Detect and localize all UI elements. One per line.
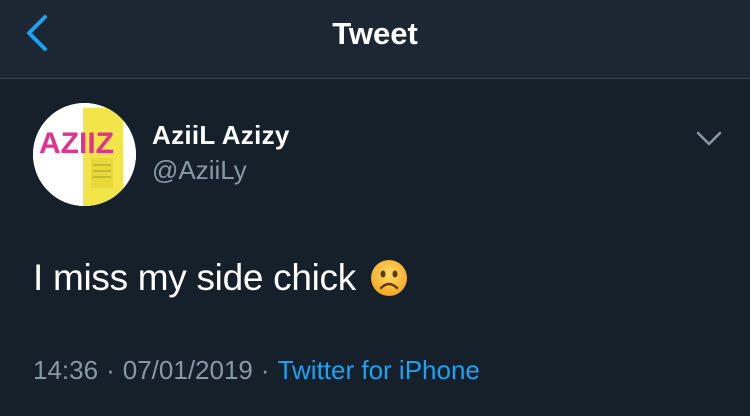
separator: · [106,355,115,385]
user-handle[interactable]: @AziiLy [152,155,247,186]
tweet-source-link[interactable]: Twitter for iPhone [278,355,480,385]
top-bar: Tweet [0,0,750,79]
avatar-logo-text: AZIIZ [39,127,114,160]
avatar-image: AZIIZ [33,103,136,206]
tweet-body: I miss my side chick [33,257,408,299]
frowning-face-icon [370,259,408,297]
page-title: Tweet [332,16,418,51]
tweet-meta: 14:36 · 07/01/2019 · Twitter for iPhone [33,355,480,386]
separator: · [260,355,270,385]
avatar[interactable]: AZIIZ [33,103,136,206]
tweet-time: 14:36 [33,355,99,385]
chevron-down-icon [696,131,722,146]
display-name[interactable]: AziiL Azizy [152,120,290,151]
tweet-text: I miss my side chick [33,257,356,298]
more-options-button[interactable] [694,125,724,151]
tweet-date: 07/01/2019 [122,355,253,385]
